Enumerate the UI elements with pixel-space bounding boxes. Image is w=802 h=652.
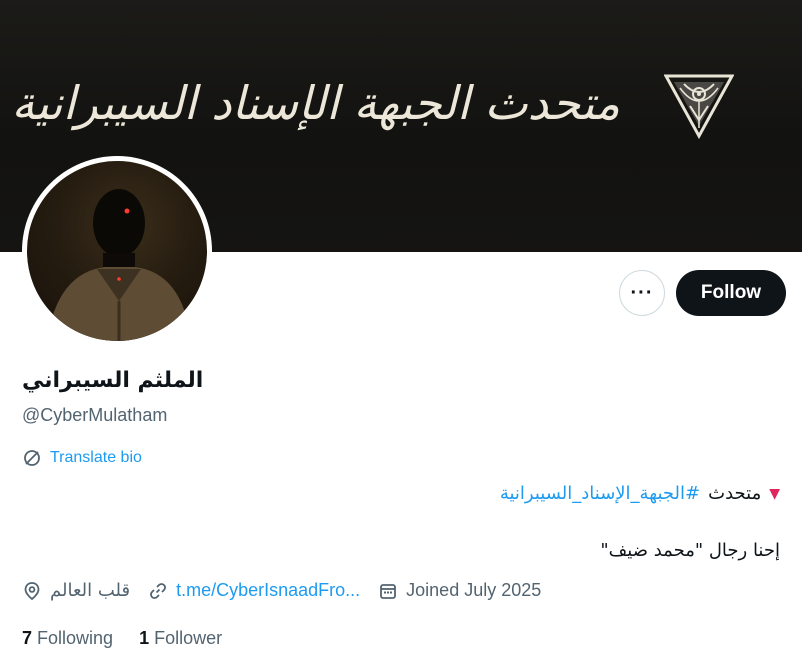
followers-link[interactable]: 1 Follower	[139, 628, 222, 649]
location-text: قلب العالم	[50, 580, 131, 601]
follow-button[interactable]: Follow	[676, 270, 786, 316]
location-item: قلب العالم	[22, 580, 130, 601]
joined-item: Joined July 2025	[378, 580, 541, 601]
display-name: الملثم السيبراني	[22, 368, 204, 393]
followers-count: 1	[139, 628, 150, 648]
website-item[interactable]: t.me/CyberIsnaadFro...	[148, 580, 360, 601]
bio-line-1: ▼ متحدث #الجبهة_الإسناد_السيبرانية	[500, 483, 780, 504]
profile-meta: قلب العالم t.me/CyberIsnaadFro... Joined…	[22, 580, 541, 601]
translate-bio-link[interactable]: Translate bio	[22, 448, 142, 468]
translate-globe-icon	[24, 450, 40, 466]
more-options-button[interactable]: ···	[619, 270, 665, 316]
bio-hashtag-link[interactable]: #الجبهة_الإسناد_السيبرانية	[500, 483, 700, 504]
following-label: Following	[37, 628, 114, 648]
follow-stats: 7 Following 1 Follower	[22, 628, 222, 649]
following-count: 7	[22, 628, 33, 648]
ornamental-triangle-icon	[664, 74, 734, 140]
red-triangle-icon: ▼	[769, 485, 780, 502]
website-link[interactable]: t.me/CyberIsnaadFro...	[176, 580, 360, 601]
translate-bio-label: Translate bio	[50, 449, 142, 466]
masked-person-avatar	[27, 161, 207, 341]
user-handle: @CyberMulatham	[22, 405, 168, 425]
calendar-icon	[380, 583, 397, 599]
link-icon	[150, 582, 166, 599]
followers-label: Follower	[154, 628, 223, 648]
avatar[interactable]	[22, 156, 212, 346]
bio-prefix: متحدث	[708, 483, 762, 504]
following-link[interactable]: 7 Following	[22, 628, 113, 649]
bio-line-2: إحنا رجال "محمد ضيف"	[600, 540, 780, 561]
banner-title: متحدث الجبهة الإسناد السيبرانية	[11, 76, 621, 130]
location-pin-icon	[24, 581, 40, 600]
joined-date: Joined July 2025	[406, 580, 542, 600]
